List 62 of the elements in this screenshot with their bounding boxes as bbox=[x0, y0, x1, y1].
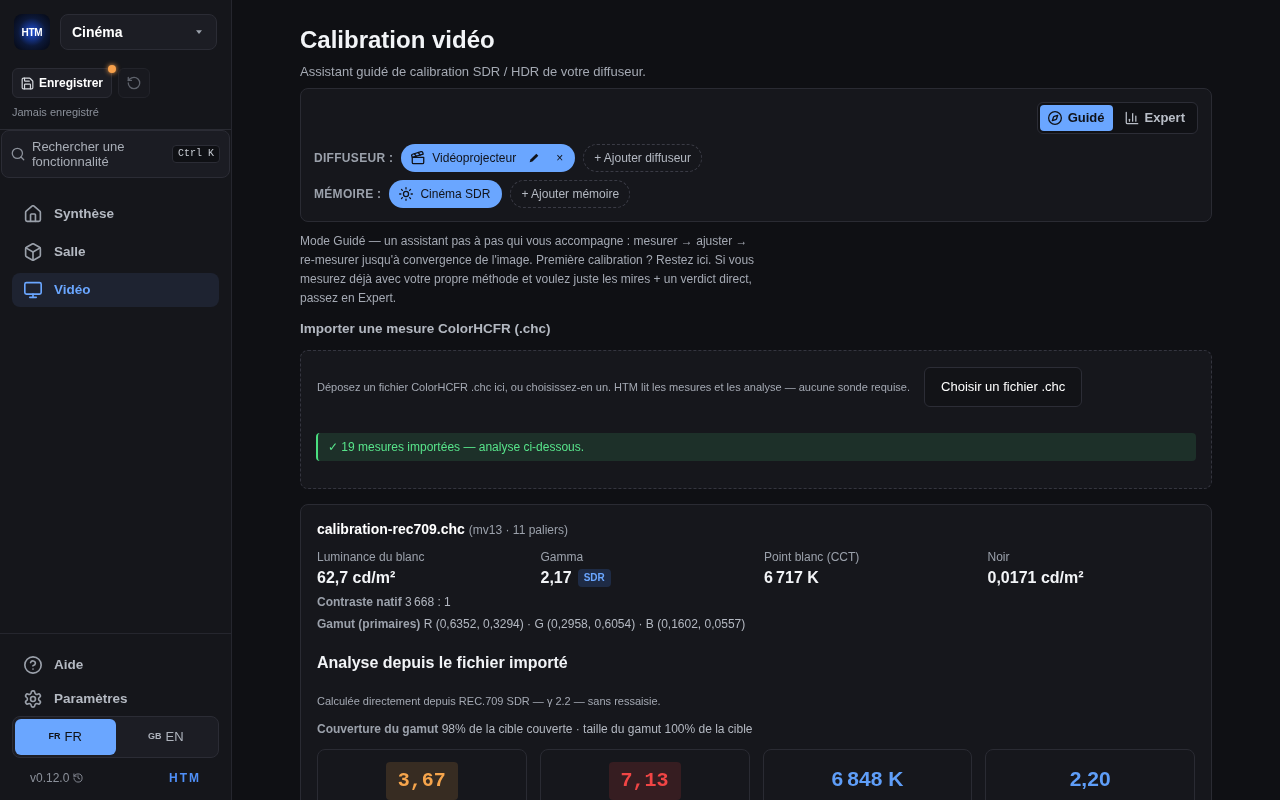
analysis-note: Calculée directement depuis REC.709 SDR — γ 2.2 — sans ressaisie. bbox=[317, 694, 662, 709]
language-button[interactable]: FR FR bbox=[15, 719, 116, 755]
nav-item[interactable]: Salle bbox=[12, 235, 219, 269]
nav-item[interactable]: Vidéo bbox=[12, 273, 219, 307]
coverage-line: Couverture du gamut 98% de la cible couverte · taille du gamut 100% de la cible bbox=[317, 721, 754, 737]
caret-icon bbox=[196, 30, 202, 34]
mode-tab[interactable]: Expert bbox=[1114, 105, 1195, 131]
field-label: MÉMOIRE : bbox=[314, 185, 382, 203]
metric-label: Luminance du blanc bbox=[317, 549, 426, 565]
sun-icon bbox=[399, 187, 414, 201]
format-badge: SDR bbox=[577, 569, 611, 587]
compass-icon bbox=[1047, 111, 1062, 125]
metric-value: 62,7 cd/m² bbox=[317, 568, 396, 588]
home-icon bbox=[24, 205, 42, 223]
metric-label: Noir bbox=[987, 549, 1011, 565]
bar-chart-icon bbox=[1124, 111, 1139, 125]
nav-item[interactable]: Synthèse bbox=[12, 197, 219, 231]
gamut-line: Gamut (primaires) R (0,6352, 0,3294) · G (0,2958, 0,6054) · B (0,1602, 0,0557) bbox=[317, 616, 747, 633]
field-label: DIFFUSEUR : bbox=[314, 150, 394, 167]
metric-value: 2,17 bbox=[540, 568, 572, 588]
section-heading: Analyse depuis le fichier importé bbox=[317, 653, 569, 673]
remove-button[interactable]: × bbox=[556, 152, 564, 164]
help-icon bbox=[24, 656, 42, 674]
search-icon bbox=[11, 147, 25, 161]
settings-icon bbox=[24, 690, 42, 708]
version-label: v0.12.0 bbox=[30, 770, 70, 787]
metric-value: 6 717 K bbox=[764, 568, 819, 588]
metric-value: 0,0171 cd/m² bbox=[987, 568, 1084, 588]
drop-hint: Déposez un fichier ColorHCFR .chc ici, ou choisissez-en un. HTM lit les mesures et les analyse — aucune sonde requise. bbox=[317, 380, 911, 395]
profile-chip[interactable]: Cinéma SDR bbox=[389, 180, 503, 208]
success-message: ✓ 19 mesures importées — analyse ci-dessous. bbox=[316, 433, 1196, 461]
section-heading: Importer une mesure ColorHCFR (.chc) bbox=[300, 320, 552, 338]
metric-label: Point blanc (CCT) bbox=[764, 549, 861, 565]
brand-label: HTM bbox=[169, 770, 201, 787]
stat-value: 6 848 K bbox=[831, 766, 904, 792]
metric-label: Gamma bbox=[540, 549, 585, 565]
clapperboard-icon bbox=[411, 151, 426, 165]
history-icon bbox=[73, 773, 84, 783]
cube-icon bbox=[24, 243, 42, 261]
page-subtitle: Assistant guidé de calibration SDR / HDR de votre diffuseur. bbox=[300, 63, 647, 81]
monitor-icon bbox=[24, 281, 42, 299]
profile-chip[interactable]: Vidéoprojecteur × bbox=[401, 144, 576, 172]
mode-description: Mode Guidé — un assistant pas à pas qui vous accompagne : mesurer → ajuster → re-mesurer jusqu'à convergence de l'image. Première calibration ? Restez ici. Si vous mesurez déjà avec votre propre méthode et voulez juste les mires + un verdict direct, passez en Expert. bbox=[300, 233, 756, 307]
file-name: calibration-rec709.chc bbox=[317, 520, 465, 538]
choose-file-button[interactable]: Choisir un fichier .chc bbox=[924, 367, 1083, 407]
score-value: 7,13 bbox=[620, 769, 669, 793]
app-logo: HTM bbox=[14, 14, 50, 50]
nav-item[interactable]: Aide bbox=[12, 650, 219, 680]
nav-item[interactable]: Paramètres bbox=[12, 684, 219, 714]
stat-value: 2,20 bbox=[1069, 766, 1111, 792]
mode-tab[interactable]: Guidé bbox=[1039, 105, 1113, 131]
save-icon bbox=[21, 76, 34, 90]
shortcut-key: Ctrl K bbox=[172, 145, 220, 163]
language-button[interactable]: GB EN bbox=[115, 719, 216, 755]
save-button[interactable]: Enregistrer bbox=[12, 68, 113, 98]
save-status: Jamais enregistré bbox=[11, 105, 100, 119]
profile-select[interactable]: Cinéma bbox=[60, 14, 217, 50]
contrast-line: Contraste natif 3 668 : 1 bbox=[317, 594, 452, 611]
file-meta: (mv13 · 11 paliers) bbox=[468, 522, 568, 539]
score-value: 3,67 bbox=[397, 769, 446, 793]
page-title: Calibration vidéo bbox=[300, 26, 496, 54]
rotate-arrow-icon bbox=[127, 76, 142, 90]
